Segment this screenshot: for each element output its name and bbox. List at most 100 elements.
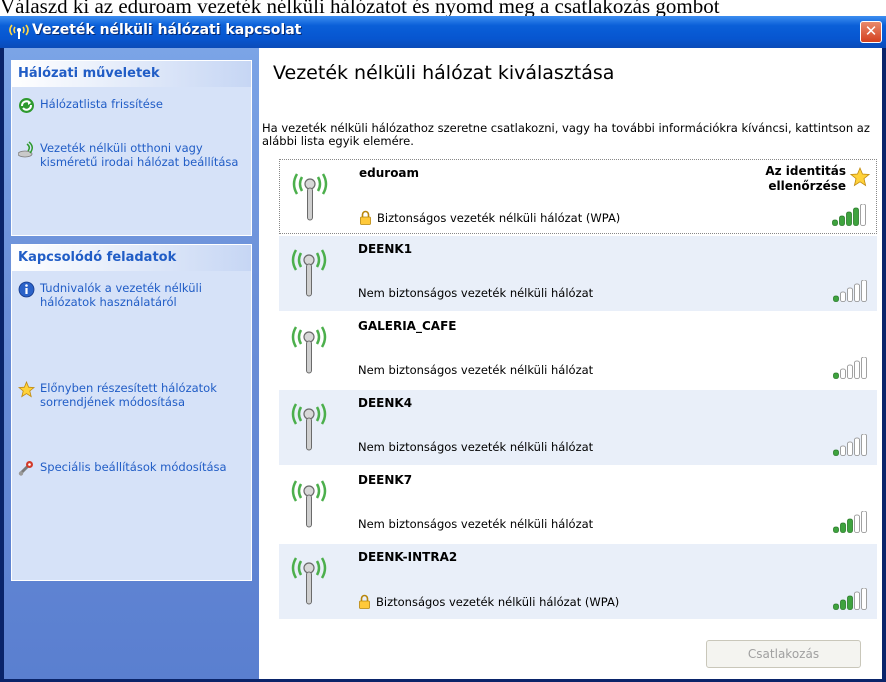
wireless-network-icon [9,24,29,39]
signal-bar [861,280,867,302]
signal-strength-icon [833,511,867,533]
title-bar[interactable]: Vezeték nélküli hálózati kapcsolat ✕ [0,16,886,48]
signal-strength-icon [833,434,867,456]
wireless-antenna-icon [291,249,327,297]
signal-bar [854,437,860,456]
star-icon [850,167,870,187]
star-icon [18,381,35,398]
network-item-deenk1[interactable]: DEENK1 Nem biztonságos vezeték nélküli h… [279,236,877,311]
network-name: DEENK7 [358,473,413,487]
close-button[interactable]: ✕ [860,21,882,43]
network-status-text: Biztonságos vezeték nélküli hálózat (WPA… [377,210,621,225]
network-status: Nem biztonságos vezeték nélküli hálózat [358,517,593,531]
wireless-setup-label: Vezeték nélküli otthoni vagy kisméretű i… [40,141,239,169]
signal-bar [860,204,866,226]
network-status-text: Biztonságos vezeték nélküli hálózat (WPA… [376,594,620,609]
network-item-deenk7[interactable]: DEENK7 Nem biztonságos vezeték nélküli h… [279,467,877,542]
signal-bar [854,591,860,610]
signal-bar [854,360,860,379]
signal-bar [861,588,867,610]
wireless-antenna-icon [291,326,327,374]
related-tasks-header[interactable]: Kapcsolódó feladatok [12,245,251,271]
network-status: Nem biztonságos vezeték nélküli hálózat [358,286,593,300]
advanced-settings-link[interactable]: Speciális beállítások módosítása [18,460,243,477]
network-name: DEENK1 [358,242,413,256]
refresh-icon [19,98,34,113]
window-client-area: Hálózati műveletek Hálózatlista frissíté… [4,48,882,679]
signal-bar [861,434,867,456]
network-status: Nem biztonságos vezeték nélküli hálózat [358,363,593,377]
signal-bar [854,514,860,533]
network-name: eduroam [359,166,420,180]
network-status: Biztonságos vezeték nélküli hálózat (WPA… [358,594,619,609]
lock-icon [360,210,371,225]
related-tasks-panel: Kapcsolódó feladatok Tudnivalók a vezeté… [11,244,252,581]
network-name: DEENK-INTRA2 [358,550,458,564]
network-item-eduroam[interactable]: eduroam Az identitás ellenőrzése Biztons… [279,159,877,234]
signal-bar [833,449,839,456]
change-preferred-order-label: Előnyben részesített hálózatok sorrendjé… [40,381,217,409]
network-item-galeria-cafe[interactable]: GALERIA_CAFE Nem biztonságos vezeték nél… [279,313,877,388]
signal-strength-icon [833,588,867,610]
info-icon [18,281,35,298]
identity-verification-text: Az identitás ellenőrzése [765,164,846,193]
window-title: Vezeték nélküli hálózati kapcsolat [32,22,302,38]
network-status-text: Nem biztonságos vezeték nélküli hálózat [358,286,594,300]
signal-bar [846,211,852,226]
task-sidebar: Hálózati műveletek Hálózatlista frissíté… [4,48,259,679]
signal-bar [840,599,846,610]
wireless-antenna-icon [291,480,327,528]
signal-bar [833,603,839,610]
signal-bar [847,287,853,302]
signal-bar [861,357,867,379]
signal-bar [853,207,859,226]
network-name: DEENK4 [358,396,413,410]
signal-bar [840,368,846,379]
learn-wireless-link[interactable]: Tudnivalók a vezeték nélküli hálózatok h… [18,281,243,309]
wireless-setup-icon [18,141,33,158]
network-tasks-header[interactable]: Hálózati műveletek [12,61,251,87]
signal-bar [847,518,853,533]
advanced-settings-label: Speciális beállítások módosítása [40,460,227,474]
signal-bar [839,215,845,226]
wireless-connection-window: Vezeték nélküli hálózati kapcsolat ✕ Hál… [0,16,886,682]
refresh-network-list-label: Hálózatlista frissítése [40,97,163,111]
signal-bar [840,291,846,302]
network-tasks-panel: Hálózati műveletek Hálózatlista frissíté… [11,60,252,236]
signal-bar [847,364,853,379]
identity-verification-label: Az identitás ellenőrzése [728,164,870,194]
wireless-antenna-icon [291,403,327,451]
network-list: eduroam Az identitás ellenőrzése Biztons… [279,159,877,621]
signal-bar [833,526,839,533]
signal-strength-icon [833,357,867,379]
signal-bar [833,295,839,302]
network-status: Nem biztonságos vezeték nélküli hálózat [358,440,593,454]
signal-bar [832,219,838,226]
signal-bar [861,511,867,533]
main-content: Vezeték nélküli hálózat kiválasztása Ha … [260,48,882,679]
settings-icon [18,461,33,476]
network-status-text: Nem biztonságos vezeték nélküli hálózat [358,517,594,531]
page-description: Ha vezeték nélküli hálózathoz szeretne c… [262,121,870,148]
signal-strength-icon [832,204,866,226]
signal-bar [854,283,860,302]
signal-bar [833,372,839,379]
learn-wireless-label: Tudnivalók a vezeték nélküli hálózatok h… [40,281,202,309]
network-status: Biztonságos vezeték nélküli hálózat (WPA… [359,210,620,225]
signal-bar [847,441,853,456]
network-status-text: Nem biztonságos vezeték nélküli hálózat [358,440,594,454]
network-name: GALERIA_CAFE [358,319,457,333]
document-instruction-text: Válaszd ki az eduroam vezeték nélküli há… [0,0,720,16]
refresh-network-list-link[interactable]: Hálózatlista frissítése [18,97,243,114]
connect-button[interactable]: Csatlakozás [706,640,861,668]
signal-bar [847,595,853,610]
change-preferred-order-link[interactable]: Előnyben részesített hálózatok sorrendjé… [18,381,243,409]
network-status-text: Nem biztonságos vezeték nélküli hálózat [358,363,594,377]
signal-bar [840,522,846,533]
wireless-antenna-icon [292,173,328,221]
wireless-setup-link[interactable]: Vezeték nélküli otthoni vagy kisméretű i… [18,141,243,169]
signal-strength-icon [833,280,867,302]
wireless-antenna-icon [291,557,327,605]
network-item-deenk4[interactable]: DEENK4 Nem biztonságos vezeték nélküli h… [279,390,877,465]
network-item-deenk-intra2[interactable]: DEENK-INTRA2 Biztonságos vezeték nélküli… [279,544,877,619]
